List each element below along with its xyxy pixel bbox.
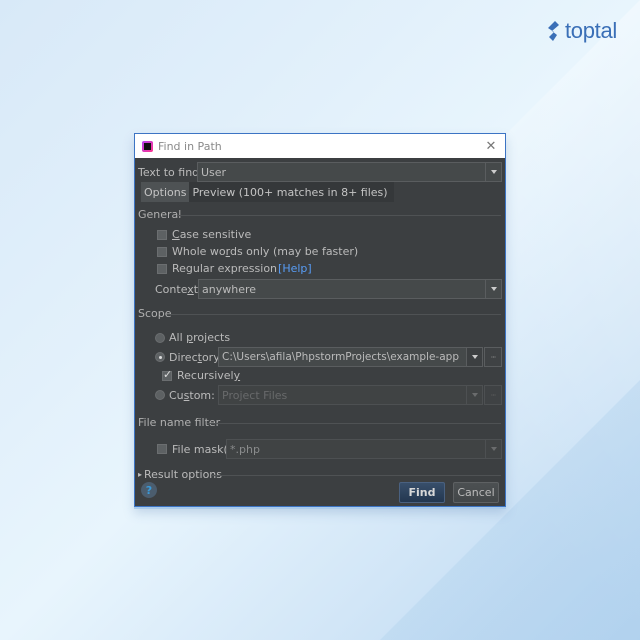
phpstorm-icon [142,140,153,152]
recursively-checkbox[interactable]: Recursively [162,368,240,382]
text-to-find-label: Text to find: [138,165,203,179]
chevron-down-icon [466,386,482,404]
divider [177,215,501,216]
checkbox[interactable] [157,263,167,274]
help-icon[interactable]: ? [141,482,157,498]
chevron-down-icon[interactable] [466,348,482,366]
expand-arrow-icon[interactable]: ▸ [138,470,142,479]
tab-options[interactable]: Options [141,182,190,202]
logo-text: toptal [565,18,618,43]
divider [211,475,501,476]
history-dropdown-icon[interactable] [485,163,501,181]
browse-directory-button[interactable]: ··· [484,347,502,367]
text-to-find-input[interactable]: User [197,162,502,182]
context-select[interactable]: anywhere [198,279,502,299]
all-projects-radio[interactable]: All projects [155,331,230,344]
directory-select[interactable]: C:\Users\afila\PhpstormProjects\example-… [218,347,483,367]
context-label: Context: [155,282,202,296]
custom-scope-value: Project Files [222,388,288,402]
custom-radio[interactable]: Custom: [155,385,215,405]
checkbox[interactable] [157,246,167,257]
checkbox[interactable] [157,229,167,240]
divider [167,314,501,315]
radio-button[interactable] [155,352,165,362]
regex-help-link[interactable]: [Help] [278,262,312,275]
dialog-title: Find in Path [158,139,222,153]
file-mask-value: *.php [230,442,260,456]
case-sensitive-checkbox[interactable]: Case sensitive [157,228,251,241]
regex-checkbox[interactable]: Regular expression [Help] [157,262,312,275]
radio-button[interactable] [155,390,165,400]
checkbox[interactable] [157,444,167,454]
title-bar[interactable]: Find in Path ✕ [135,134,505,158]
file-mask-input: *.php [226,439,502,459]
context-value: anywhere [202,282,257,296]
directory-radio[interactable]: Directory: [155,347,223,367]
chevron-down-icon [485,440,501,458]
find-in-path-dialog: Find in Path ✕ Text to find: User Option… [134,133,506,507]
chevron-down-icon[interactable] [485,280,501,298]
result-options-toggle[interactable]: ▸ Result options [138,468,222,481]
tab-bar: Options Preview (100+ matches in 8+ file… [141,182,394,202]
whole-words-checkbox[interactable]: Whole words only (may be faster) [157,245,358,258]
find-button[interactable]: Find [399,482,445,503]
divider [207,423,501,424]
toptal-logo: toptal [545,18,617,44]
text-to-find-value[interactable]: User [201,166,226,179]
close-button[interactable]: ✕ [477,139,505,154]
general-section-title: General [138,208,182,221]
directory-value[interactable]: C:\Users\afila\PhpstormProjects\example-… [222,351,459,363]
browse-custom-button: ··· [484,385,502,405]
radio-button[interactable] [155,332,165,343]
custom-scope-select: Project Files [218,385,483,405]
toptal-mark-icon [548,21,559,41]
checkbox[interactable] [162,368,172,381]
tab-preview[interactable]: Preview (100+ matches in 8+ files) [189,182,394,202]
cancel-button[interactable]: Cancel [453,482,499,503]
